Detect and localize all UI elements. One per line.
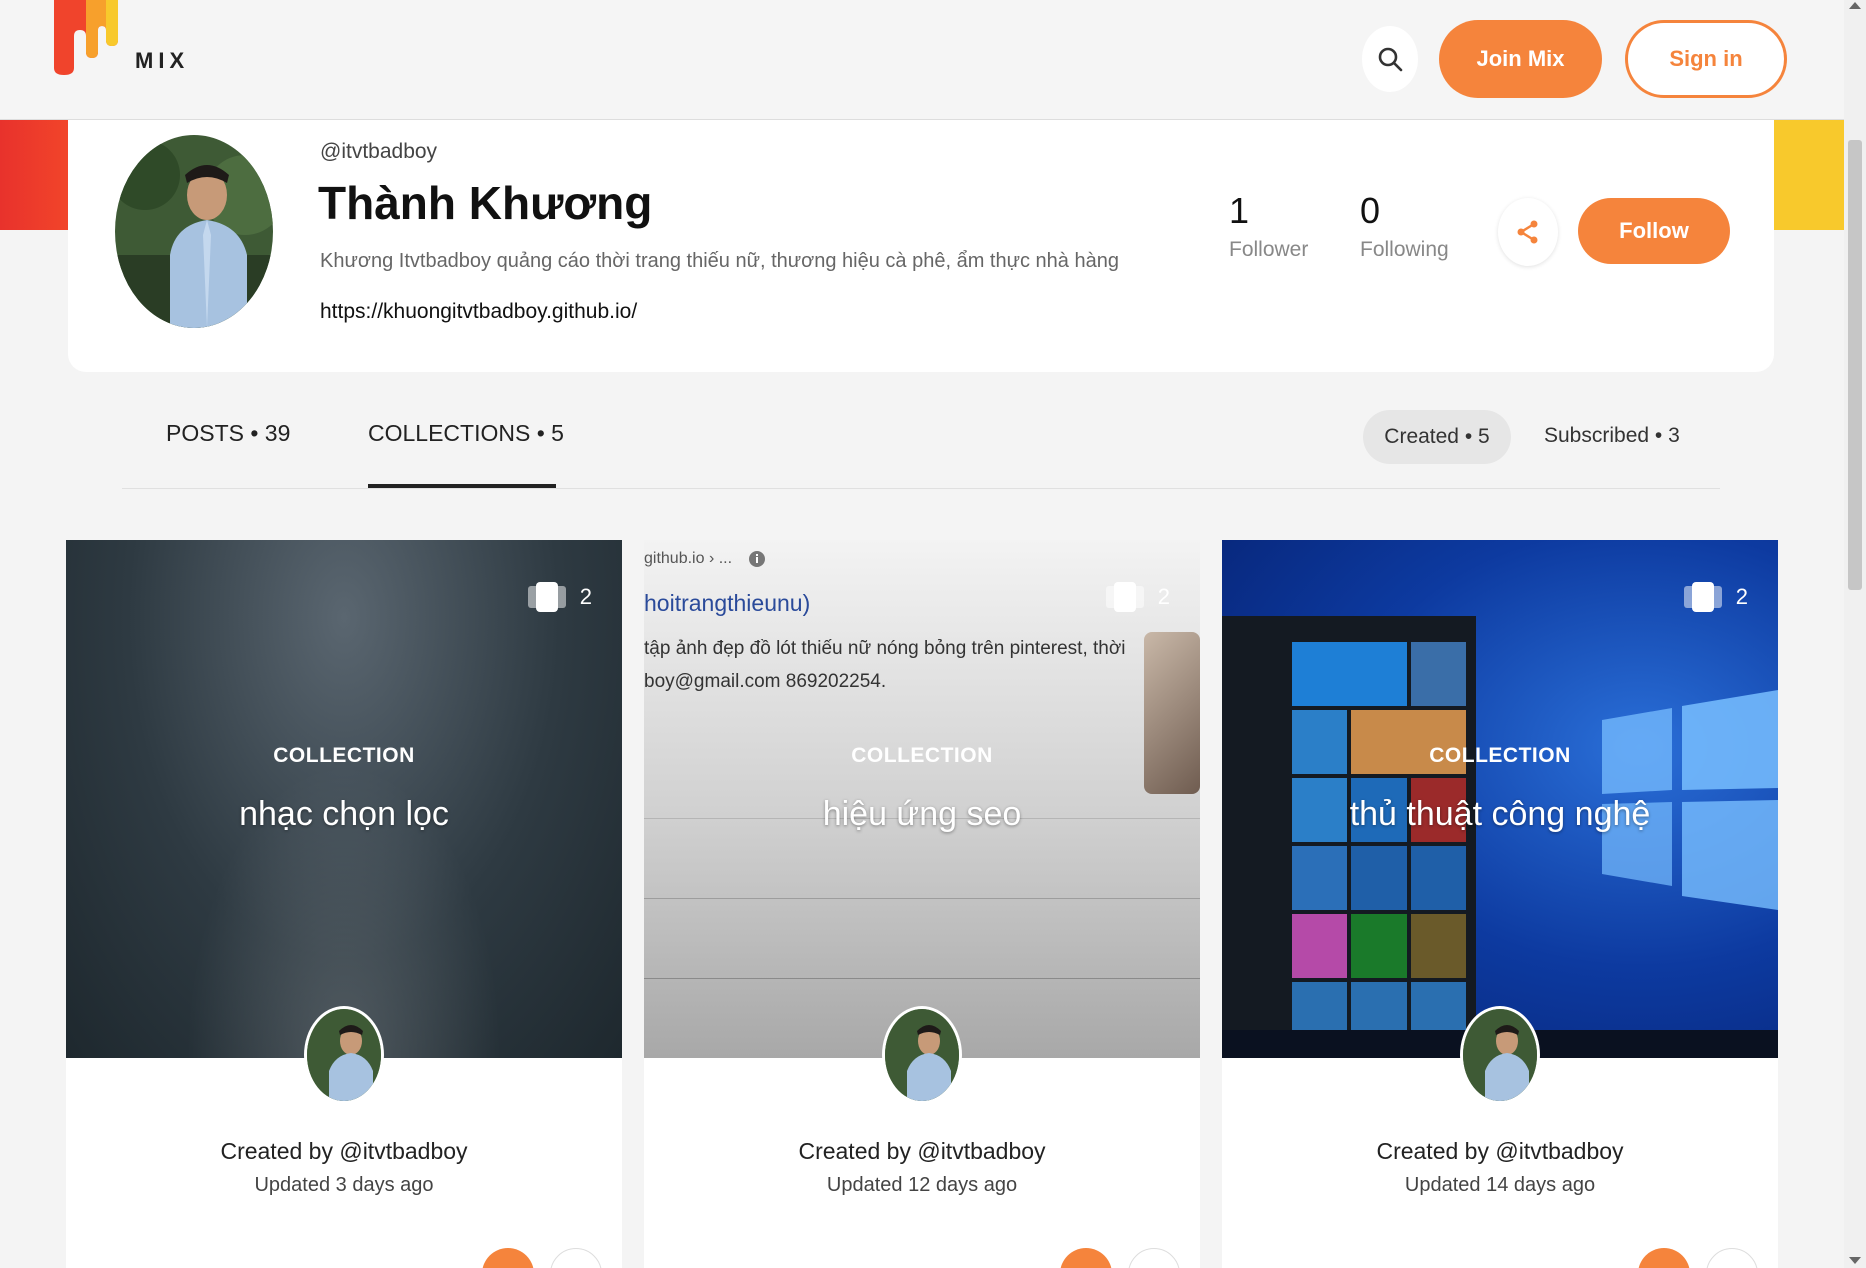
creator-avatar[interactable] (882, 1006, 962, 1104)
collection-card[interactable]: 2 COLLECTION thủ thuật công nghệ Created… (1222, 540, 1778, 1268)
share-action-button[interactable] (1060, 1248, 1112, 1268)
collection-cover[interactable]: 2 COLLECTION nhạc chọn lọc (66, 540, 622, 1058)
share-icon (1517, 220, 1538, 244)
preview-line-1: tập ảnh đẹp đồ lót thiếu nữ nóng bỏng tr… (644, 638, 1126, 659)
updated-time: Updated 14 days ago (1404, 1174, 1596, 1196)
updated-time: Updated 3 days ago (254, 1174, 434, 1196)
more-action-button[interactable] (1128, 1248, 1180, 1268)
tile (1292, 642, 1407, 706)
created-by: Created by @itvtbadboy (798, 1138, 1046, 1164)
collection-label: COLLECTION (1429, 744, 1571, 767)
creator-photo-icon (885, 1009, 959, 1101)
decorative-bar-right (1774, 120, 1844, 230)
profile-photo-icon (115, 135, 273, 328)
created-by: Created by @itvtbadboy (1376, 1138, 1624, 1164)
tile (1351, 846, 1407, 910)
share-action-button[interactable] (1638, 1248, 1690, 1268)
more-action-button[interactable] (1706, 1248, 1758, 1268)
item-count-value: 2 (579, 584, 592, 609)
profile-link[interactable]: https://khuongitvtbadboy.github.io/ (320, 300, 637, 324)
share-action-button[interactable] (482, 1248, 534, 1268)
join-mix-button[interactable]: Join Mix (1439, 20, 1602, 98)
filter-created[interactable]: Created • 5 (1363, 410, 1511, 464)
collection-title: hiệu ứng seo (822, 795, 1022, 833)
following-count: 0 (1360, 190, 1381, 231)
tab-collections[interactable]: COLLECTIONS • 5 (368, 420, 564, 447)
tab-posts[interactable]: POSTS • 39 (166, 420, 290, 447)
follower-label: Follower (1229, 238, 1309, 261)
profile-bio: Khương Itvtbadboy quảng cáo thời trang t… (320, 250, 1119, 272)
preview-thumbnail (1144, 632, 1200, 794)
item-count: 2 (1683, 582, 1748, 612)
collection-label: COLLECTION (851, 744, 993, 767)
creator-avatar[interactable] (1460, 1006, 1540, 1104)
follower-count: 1 (1229, 190, 1250, 231)
scroll-down-icon[interactable] (1849, 1257, 1861, 1264)
sign-in-button[interactable]: Sign in (1625, 20, 1787, 98)
info-icon (749, 551, 765, 567)
stack-icon (527, 582, 566, 612)
search-icon (1378, 47, 1403, 72)
preview-line-2: boy@gmail.com 869202254. (644, 671, 887, 692)
profile-avatar[interactable] (115, 135, 273, 328)
stack-icon (1105, 582, 1144, 612)
preview-heading: hoitrangthieunu) (644, 590, 811, 616)
following-stat[interactable]: 0 Following (1360, 190, 1449, 262)
stack-icon (1683, 582, 1722, 612)
following-label: Following (1360, 238, 1449, 261)
collection-card[interactable]: github.io › ... hoitrangthieunu) tập ảnh… (644, 540, 1200, 1268)
item-count-value: 2 (1157, 584, 1170, 609)
collection-cover[interactable]: github.io › ... hoitrangthieunu) tập ảnh… (644, 540, 1200, 1058)
filter-subscribed[interactable]: Subscribed • 3 (1544, 424, 1680, 448)
collection-title: thủ thuật công nghệ (1349, 795, 1651, 833)
item-count-value: 2 (1735, 584, 1748, 609)
updated-time: Updated 12 days ago (826, 1174, 1018, 1196)
tile (1410, 642, 1466, 706)
profile-handle: @itvtbadboy (320, 140, 438, 163)
follower-stat[interactable]: 1 Follower (1229, 190, 1308, 262)
collection-label: COLLECTION (273, 744, 415, 767)
creator-photo-icon (307, 1009, 381, 1101)
top-header: MIX Join Mix Sign in (0, 0, 1848, 120)
start-menu-tiles (1292, 642, 1466, 1046)
mix-logo-icon[interactable] (50, 0, 122, 75)
profile-name: Thành Khương (318, 177, 653, 229)
scroll-up-icon[interactable] (1849, 2, 1861, 9)
preview-divider (644, 978, 1200, 979)
tile (1292, 914, 1348, 978)
creator-avatar[interactable] (304, 1006, 384, 1104)
created-by: Created by @itvtbadboy (220, 1138, 468, 1164)
preview-site: github.io › ... (644, 550, 733, 567)
scroll-thumb[interactable] (1848, 140, 1862, 590)
collection-cover[interactable]: 2 COLLECTION thủ thuật công nghệ (1222, 540, 1778, 1058)
follow-button[interactable]: Follow (1578, 198, 1730, 264)
logo-wordmark: MIX (135, 48, 190, 73)
share-button[interactable] (1498, 198, 1558, 266)
search-button[interactable] (1362, 26, 1418, 92)
creator-photo-icon (1463, 1009, 1537, 1101)
tile (1351, 914, 1407, 978)
tile (1410, 914, 1466, 978)
tile (1292, 846, 1348, 910)
more-action-button[interactable] (550, 1248, 602, 1268)
decorative-bar-left (0, 120, 70, 230)
collection-card[interactable]: 2 COLLECTION nhạc chọn lọc Created by @i… (66, 540, 622, 1268)
tabs-divider (122, 488, 1720, 489)
page-scrollbar[interactable] (1844, 0, 1866, 1268)
collection-title: nhạc chọn lọc (239, 795, 449, 833)
tile (1410, 846, 1466, 910)
item-count: 2 (1105, 582, 1170, 612)
item-count: 2 (527, 582, 592, 612)
preview-divider (644, 898, 1200, 899)
